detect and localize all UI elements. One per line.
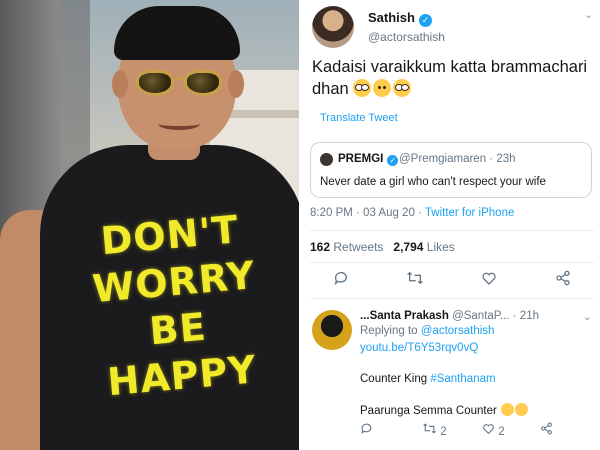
reply-retweet-count: 2: [440, 426, 447, 438]
tweet-body: Kadaisi varaikkum katta brammachari dhan: [312, 56, 592, 100]
reply-line-2: Paarunga Semma Counter: [360, 403, 529, 417]
replying-to-row: Replying to @actorsathish: [360, 325, 494, 337]
reply-line-1-text: Counter King: [360, 373, 428, 385]
retweet-icon: [423, 423, 436, 434]
quoted-author-avatar: [320, 153, 333, 166]
reply-link[interactable]: youtu.be/T6Y53rqv0vQ: [360, 342, 478, 354]
divider: [310, 262, 594, 263]
author-avatar[interactable]: [312, 6, 354, 48]
likes-label: Likes: [426, 240, 455, 254]
reply-like-count: 2: [498, 426, 505, 438]
divider: [310, 298, 594, 299]
reply-header: ...Santa Prakash @SantaP... · 21h: [360, 310, 539, 322]
verified-badge-icon: ✓: [387, 155, 399, 166]
reply-line-2-text: Paarunga Semma Counter: [360, 405, 497, 417]
tweet-actions: [310, 270, 594, 292]
author-name-row[interactable]: Sathish ✓: [368, 10, 432, 27]
hashtag-link[interactable]: #Santhanam: [430, 373, 495, 385]
tweet-timestamp-row: 8:20 PM · 03 Aug 20 · Twitter for iPhone: [310, 207, 515, 219]
verified-badge-icon: ✓: [418, 14, 432, 27]
reply-icon[interactable]: [360, 422, 373, 438]
tweet-stats: 162 Retweets 2,794 Likes: [310, 240, 455, 254]
share-icon[interactable]: [554, 270, 572, 288]
retweet-icon[interactable]: [406, 270, 424, 288]
reply-actions: 2 2: [360, 422, 560, 440]
likes-stat[interactable]: 2,794 Likes: [393, 240, 454, 254]
person-photo: DON'T WORRY BE HAPPY: [0, 0, 300, 450]
photo-smile: [158, 118, 200, 130]
retweets-label: Retweets: [333, 240, 384, 254]
photo-sunglass-right: [184, 70, 222, 96]
photo-sunglass-left: [136, 70, 174, 96]
quoted-author-handle: @Premgiamaren: [399, 153, 487, 165]
like-count: 2,794: [393, 240, 424, 254]
reply-author-handle[interactable]: @SantaP...: [452, 310, 510, 322]
reply-tweet[interactable]: ...Santa Prakash @SantaP... · 21h ⌄ Repl…: [310, 300, 600, 450]
quoted-author-meta: @Premgiamaren · 23h: [399, 153, 516, 165]
reply-icon[interactable]: [332, 270, 350, 288]
retweet-button[interactable]: 2: [422, 422, 447, 438]
translate-tweet-link[interactable]: Translate Tweet: [320, 112, 398, 124]
grimacing-face-emoji-icon: [373, 79, 392, 97]
tweet-source[interactable]: Twitter for iPhone: [425, 207, 514, 219]
tshirt-print-text: DON'T WORRY BE HAPPY: [90, 207, 259, 405]
quoted-time: 23h: [496, 153, 516, 165]
retweet-count: 162: [310, 240, 331, 254]
author-name[interactable]: Sathish: [368, 10, 415, 25]
nerd-face-emoji-icon: [353, 79, 372, 97]
share-icon[interactable]: [540, 422, 553, 438]
nerd-face-emoji-icon: [393, 79, 412, 97]
like-icon: [483, 424, 494, 435]
quoted-tweet-text: Never date a girl who can't respect your…: [320, 176, 546, 188]
reply-author-avatar[interactable]: [312, 310, 352, 350]
like-button[interactable]: 2: [482, 422, 505, 438]
divider: [310, 230, 594, 231]
quoted-tweet-card[interactable]: PREMGI ✓ @Premgiamaren · 23h Never date a…: [310, 142, 592, 198]
tweet-timestamp[interactable]: 8:20 PM · 03 Aug 20: [310, 207, 415, 219]
photo-ear-right: [228, 70, 244, 98]
like-icon[interactable]: [480, 270, 498, 288]
replying-to-label: Replying to: [360, 325, 418, 337]
reply-author-name[interactable]: ...Santa Prakash: [360, 310, 449, 322]
quoted-author-name: PREMGI: [338, 153, 384, 165]
reply-line-1: Counter King #Santhanam: [360, 373, 496, 385]
photo-ear-left: [112, 70, 128, 98]
retweets-stat[interactable]: 162 Retweets: [310, 240, 383, 254]
smiley-emoji-icon: [501, 403, 515, 416]
photo-hair: [114, 6, 240, 60]
author-handle[interactable]: @actorsathish: [368, 30, 445, 44]
replying-to-handle[interactable]: @actorsathish: [421, 325, 495, 337]
reply-time[interactable]: 21h: [520, 310, 539, 322]
chevron-down-icon[interactable]: ⌄: [584, 8, 594, 21]
tweet-panel: Sathish ✓ @actorsathish ⌄ Kadaisi varaikk…: [300, 0, 600, 450]
chevron-down-icon[interactable]: ⌄: [583, 310, 592, 323]
photo-sunglass-bridge: [176, 77, 186, 80]
tweet-header: Sathish ✓ @actorsathish ⌄: [310, 6, 594, 48]
smiley-emoji-icon: [515, 403, 529, 416]
quoted-author-name-row: PREMGI ✓: [338, 153, 399, 166]
